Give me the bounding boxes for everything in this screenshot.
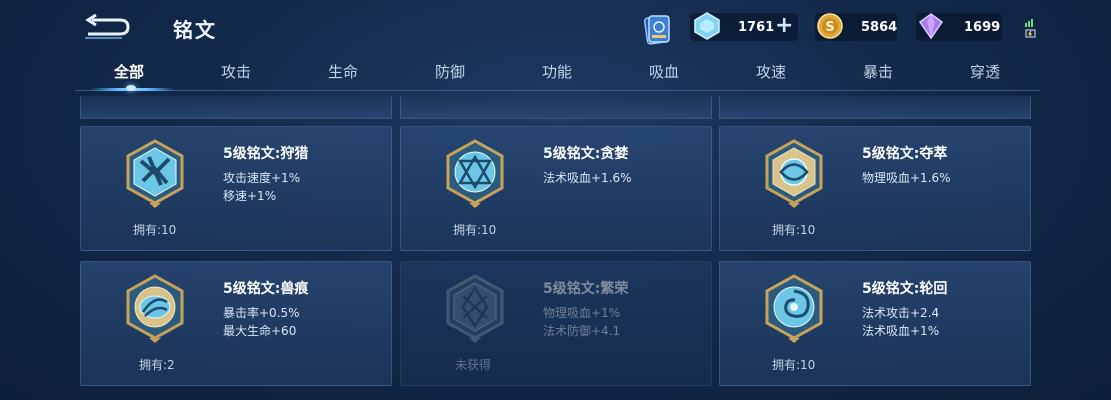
inscription-card[interactable]: 5级铭文:狩猎 攻击速度+1% 移速+1% 拥有:10 [80,126,392,251]
partial-card-top-1 [80,96,392,119]
inscription-card[interactable]: 5级铭文:繁荣 物理吸血+1% 法术防御+4.1 未获得 [400,261,712,386]
tab-health[interactable]: 生命 [289,61,397,82]
beast-mark-emblem-icon [126,274,184,343]
partial-card-top-3 [719,96,1031,119]
tab-defense[interactable]: 防御 [396,61,504,82]
card-pack-icon [643,15,670,45]
page-title: 铭文 [173,18,217,42]
back-arrow-icon [85,13,130,39]
tab-lifesteal[interactable]: 吸血 [610,61,718,82]
gold-coin-icon: S [817,13,843,39]
inscription-card[interactable]: 5级铭文:轮回 法术攻击+2.4 法术吸血+1% 拥有:10 [719,261,1031,386]
battery-signal-icon [1024,17,1038,39]
card-pack-button[interactable] [640,12,674,46]
greed-emblem-icon [446,139,504,208]
crystal-counter: 1699 [916,13,1002,41]
reincarnation-emblem-icon [765,274,823,343]
add-diamond-button[interactable]: + [775,15,793,37]
active-tab-dot [126,85,136,91]
crystal-icon [918,13,944,40]
tab-all[interactable]: 全部 [75,61,183,82]
tab-attack[interactable]: 攻击 [182,61,290,82]
back-button[interactable] [82,13,132,40]
hunt-emblem-icon [126,139,184,208]
inscription-card[interactable]: 5级铭文:贪婪 法术吸血+1.6% 拥有:10 [400,126,712,251]
partial-card-top-2 [400,96,712,119]
inscription-card[interactable]: 5级铭文:夺萃 物理吸血+1.6% 拥有:10 [719,126,1031,251]
diamond-icon [694,12,720,40]
tab-attack-speed[interactable]: 攻速 [717,61,825,82]
tab-penetration[interactable]: 穿透 [931,61,1039,82]
inscription-card[interactable]: 5级铭文:兽痕 暴击率+0.5% 最大生命+60 拥有:2 [80,261,392,386]
prosperity-emblem-icon [446,274,504,343]
plunder-emblem-icon [765,139,823,208]
diamond-counter: 1761 + [690,12,798,41]
top-bar: 铭文 1761 + S 5864 1699 [0,0,1111,56]
gold-counter: S 5864 [815,13,897,41]
tab-critical[interactable]: 暴击 [824,61,932,82]
category-tabs: 全部 攻击 生命 防御 功能 吸血 攻速 暴击 穿透 [75,56,1040,92]
svg-text:S: S [825,20,834,35]
tabs-divider [75,90,1040,91]
tab-utility[interactable]: 功能 [503,61,611,82]
